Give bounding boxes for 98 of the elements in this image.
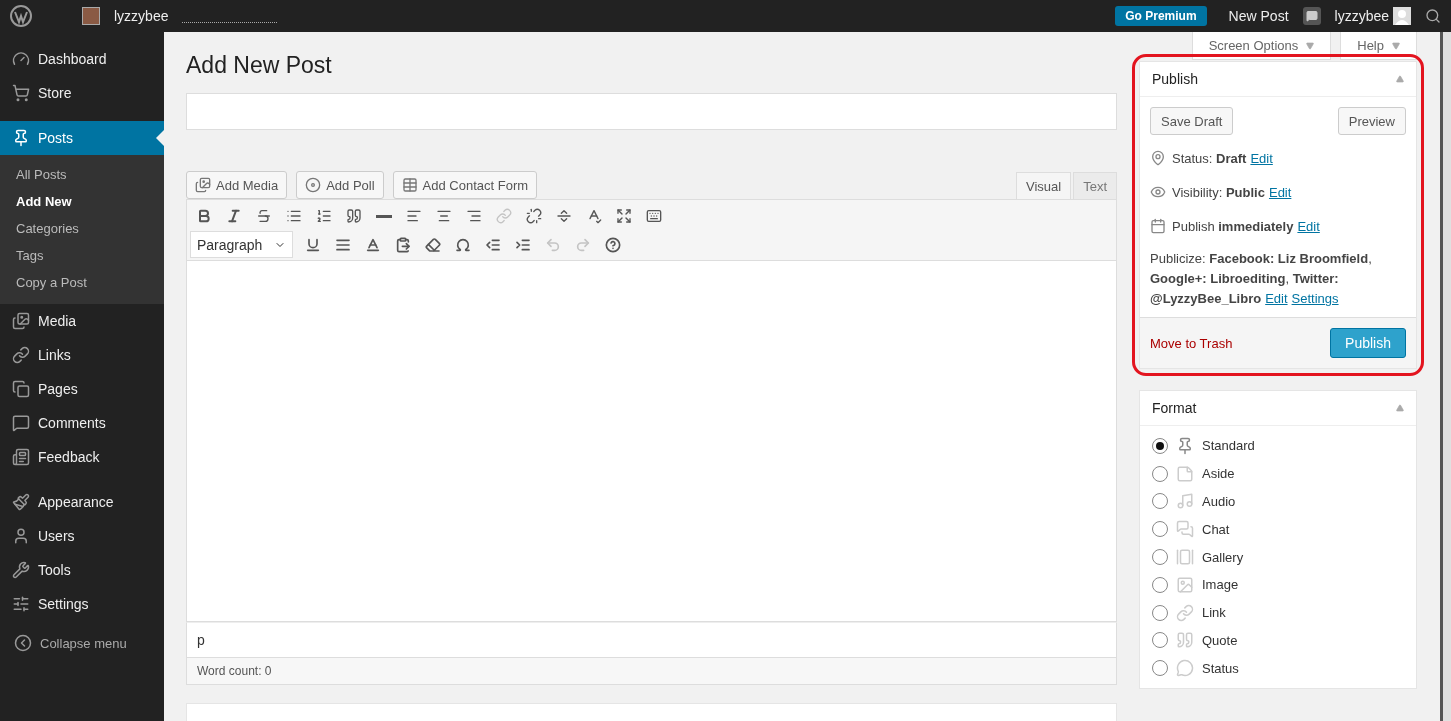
sidebar-item[interactable]: Users — [0, 519, 164, 553]
submenu-item[interactable]: Categories — [0, 215, 164, 242]
image-icon — [1176, 575, 1194, 594]
collapse-menu-link[interactable]: Collapse menu — [0, 625, 164, 661]
format-label: Standard — [1202, 438, 1255, 454]
new-post-link[interactable]: New Post — [1228, 8, 1289, 24]
avatar-photo-placeholder — [82, 7, 100, 25]
collapse-icon — [14, 634, 32, 652]
user-name-link[interactable]: lyzzybee — [1334, 8, 1389, 24]
gallery-icon — [1176, 548, 1194, 567]
wordpress-logo-icon[interactable] — [10, 5, 32, 27]
go-premium-button[interactable]: Go Premium — [1115, 6, 1207, 26]
preview-button[interactable]: Preview — [1337, 107, 1406, 135]
panel-title: Publish — [1152, 71, 1198, 87]
title-input-field[interactable] — [186, 93, 1117, 130]
sidebar-item[interactable]: Comments — [0, 406, 164, 440]
settings-link[interactable]: Settings — [1291, 291, 1339, 306]
edit-link[interactable]: Edit — [1297, 218, 1320, 234]
submenu-item[interactable]: Copy a Post — [0, 269, 164, 296]
feedback-icon — [12, 448, 30, 466]
sidebar-item[interactable]: Dashboard — [0, 42, 164, 76]
format-label: Gallery — [1202, 549, 1244, 565]
move-to-trash-link[interactable]: Move to Trash — [1150, 335, 1233, 351]
editor-tab[interactable]: Text — [1073, 172, 1117, 199]
media-icon — [195, 177, 211, 193]
sidebar-item[interactable]: Tools — [0, 553, 164, 587]
radio-button[interactable] — [1152, 493, 1168, 510]
sidebar-item[interactable]: Links — [0, 338, 164, 372]
publish-setting-text: Status: Draft Edit — [1172, 150, 1273, 166]
radio-button[interactable] — [1152, 437, 1168, 454]
panel-title: Format — [1152, 400, 1197, 416]
user-icon — [12, 527, 30, 545]
pin-icon — [12, 129, 30, 147]
search-icon[interactable] — [1425, 8, 1441, 24]
speech-bubble-icon — [1176, 659, 1194, 678]
format-label: Audio — [1202, 494, 1236, 509]
cart-icon — [12, 84, 30, 102]
format-label: Link — [1202, 605, 1226, 621]
radio-button[interactable] — [1152, 521, 1168, 538]
format-label: Aside — [1202, 466, 1235, 482]
wrench-icon — [12, 561, 30, 579]
publicize-text: Publicize: Facebook: Liz Broomfield, Google+: Libroediting, Twitter: @LyzzyBee_Libro Edit Settings — [1150, 250, 1373, 308]
edit-link[interactable]: Edit — [1250, 150, 1273, 166]
submenu-item[interactable]: Tags — [0, 242, 164, 269]
word-count: Word count: 0 — [186, 658, 1117, 685]
poll-icon — [305, 177, 322, 193]
save-draft-button[interactable]: Save Draft — [1150, 107, 1234, 135]
sidebar-item[interactable]: Store — [0, 76, 164, 110]
paintbrush-icon — [12, 493, 30, 511]
radio-button[interactable] — [1152, 576, 1168, 593]
format-label: Quote — [1202, 632, 1238, 648]
page-title: Add New Post — [186, 52, 333, 79]
element-path: p — [186, 622, 1117, 658]
media-button[interactable]: Add Contact Form — [392, 171, 538, 199]
chat-icon — [1176, 520, 1194, 539]
dashboard-icon — [12, 50, 30, 68]
submenu-item[interactable]: Add New — [0, 188, 164, 215]
publish-setting-text: Publish immediately Edit — [1172, 218, 1320, 234]
quote-icon — [1176, 631, 1194, 650]
music-icon — [1176, 492, 1194, 511]
sidebar-item[interactable]: Posts — [0, 121, 164, 155]
format-label: Image — [1202, 577, 1239, 593]
media-button[interactable]: Add Poll — [296, 171, 384, 199]
media-button[interactable]: Add Media — [186, 171, 288, 199]
pin-icon — [1176, 436, 1194, 455]
edit-link[interactable]: Edit — [1268, 184, 1292, 200]
eye-icon — [1150, 184, 1166, 200]
radio-button[interactable] — [1152, 660, 1168, 677]
dropdown-arrow-icon — [1306, 41, 1315, 50]
dropdown-arrow-icon — [1392, 41, 1400, 50]
comment-icon — [12, 414, 30, 432]
form-icon — [401, 177, 418, 193]
sliders-icon — [12, 595, 30, 613]
radio-button[interactable] — [1152, 549, 1168, 566]
link-icon — [12, 346, 30, 364]
edit-link[interactable]: Edit — [1265, 291, 1288, 306]
pages-icon — [12, 380, 30, 398]
submenu-item[interactable]: All Posts — [0, 161, 164, 188]
sidebar-item[interactable]: Media — [0, 304, 164, 338]
format-label: Chat — [1202, 521, 1230, 537]
notification-icon[interactable] — [1302, 7, 1321, 25]
sidebar-item[interactable]: Settings — [0, 587, 164, 621]
radio-button[interactable] — [1152, 465, 1168, 482]
calendar-icon — [1150, 218, 1166, 234]
format-label: Status — [1202, 660, 1239, 676]
link-icon — [1176, 603, 1194, 622]
site-name-link[interactable]: lyzzybee — [114, 8, 169, 24]
sidebar-item[interactable]: Feedback — [0, 440, 164, 474]
radio-button[interactable] — [1152, 632, 1168, 649]
sidebar-item[interactable]: Appearance — [0, 485, 164, 519]
sidebar-item[interactable]: Pages — [0, 372, 164, 406]
pin-icon — [1150, 150, 1166, 166]
publish-setting-text: Visibility: Public Edit — [1172, 184, 1292, 200]
editor-tab[interactable]: Visual — [1015, 172, 1072, 199]
radio-button[interactable] — [1152, 604, 1168, 621]
note-icon — [1176, 464, 1194, 483]
media-icon — [12, 312, 30, 330]
paragraph-select[interactable]: Paragraph — [190, 231, 293, 258]
